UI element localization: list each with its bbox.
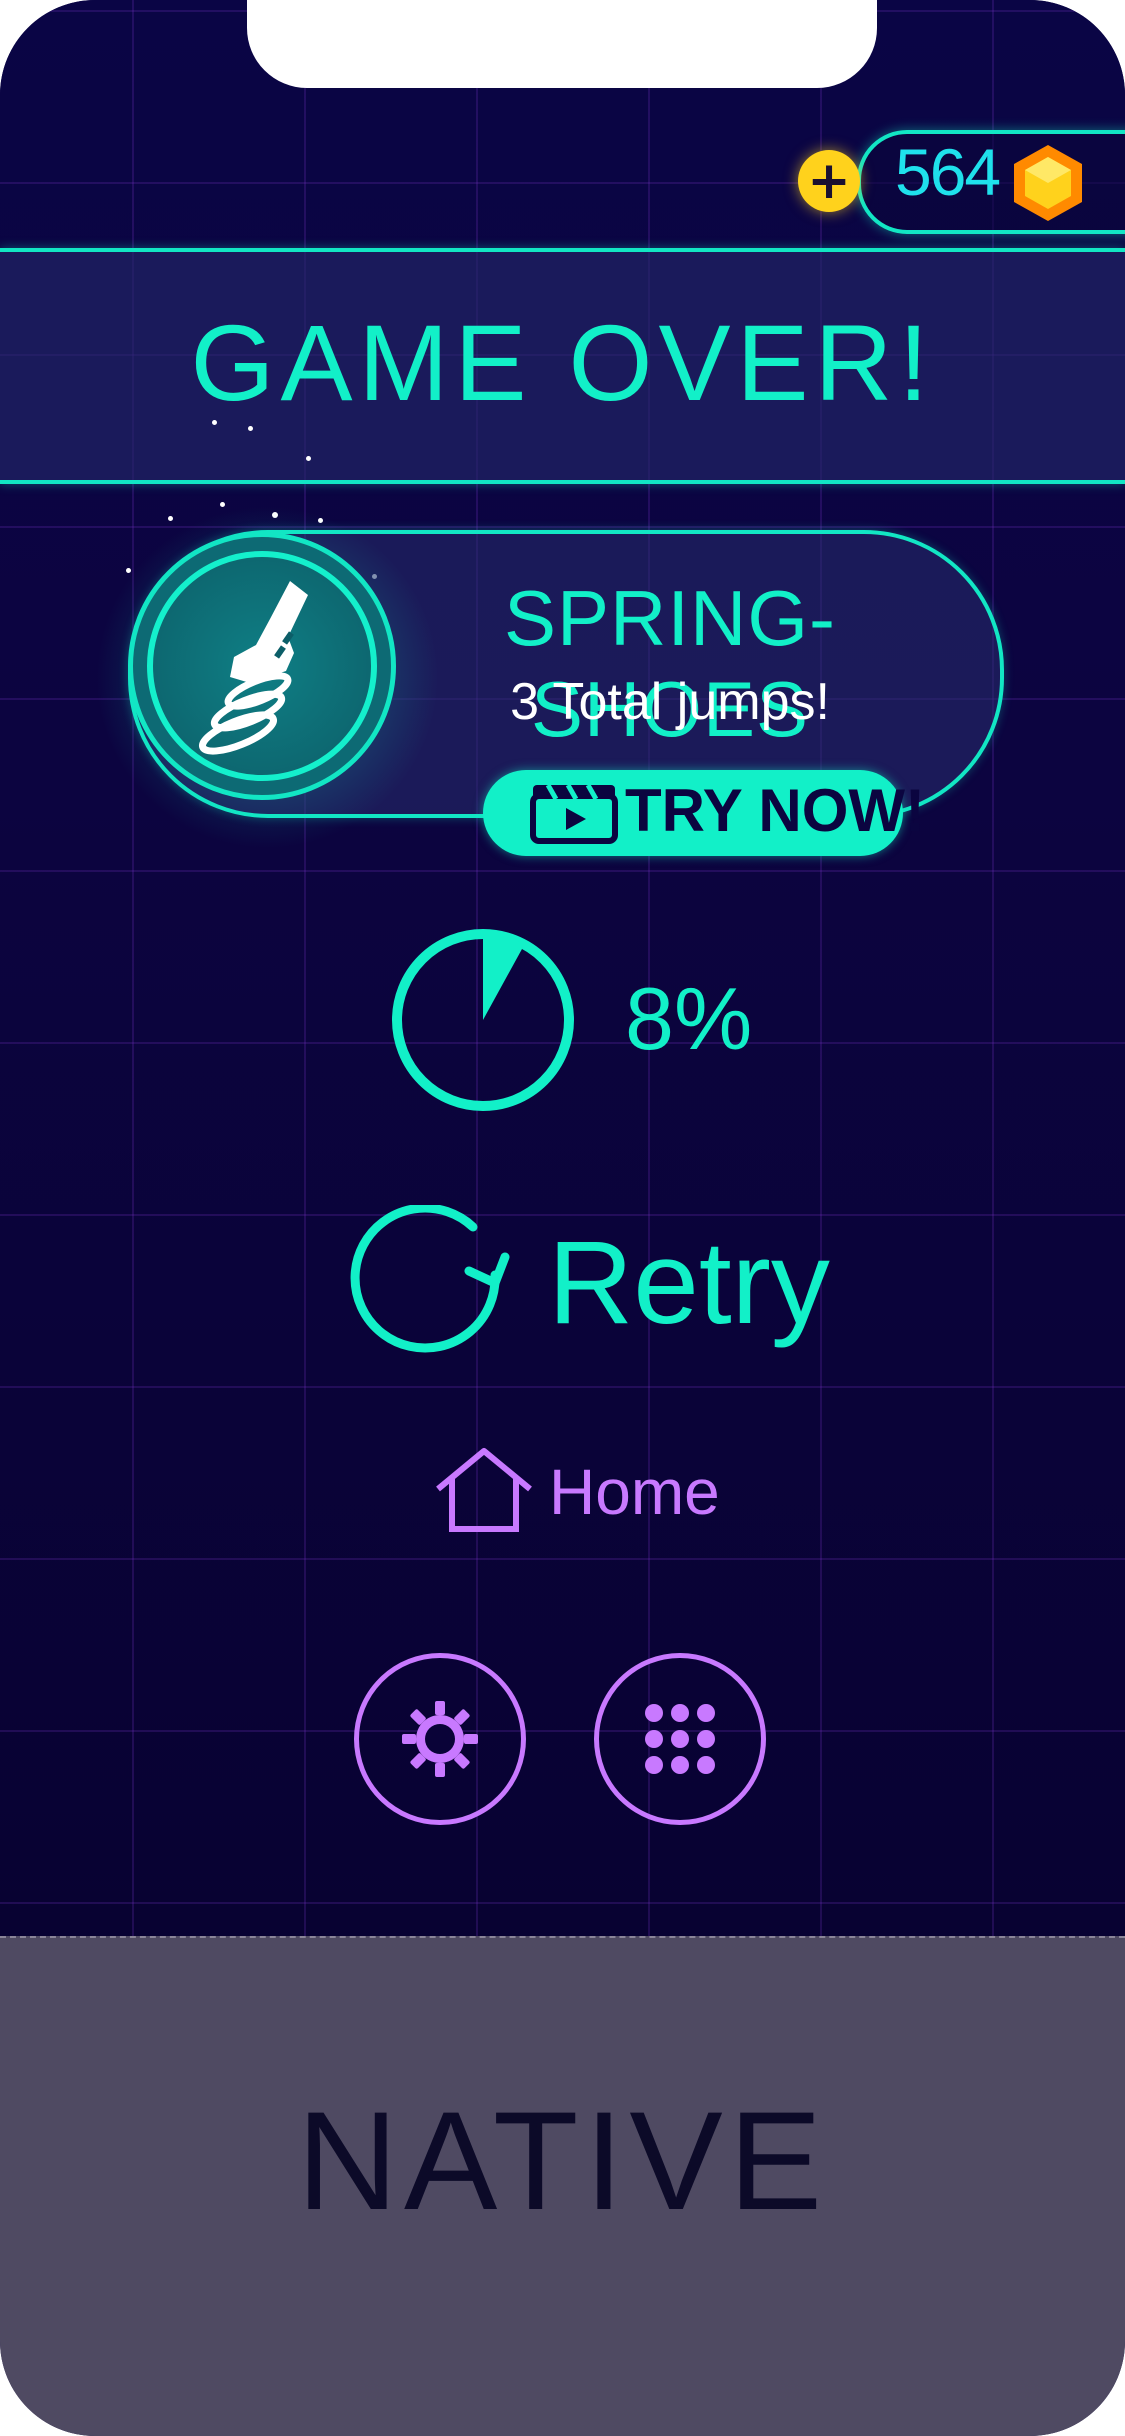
- sparkle: [168, 516, 173, 521]
- try-now-label: TRY NOW!: [625, 777, 925, 844]
- retry-icon[interactable]: [345, 1205, 515, 1355]
- native-ad-label: NATIVE: [296, 2082, 829, 2239]
- currency-amount: 564: [895, 135, 1001, 209]
- powerup-description: 3 Total jumps!: [510, 673, 830, 731]
- video-clapper-icon: [530, 783, 618, 844]
- progress-pie-icon: [392, 929, 574, 1111]
- gear-icon: [402, 1701, 478, 1777]
- menu-button[interactable]: [594, 1653, 766, 1825]
- phone-screen: + 564 GAME OVER! SPRING-SHOES 3 Total ju…: [0, 0, 1125, 2436]
- sparkle: [306, 456, 311, 461]
- add-currency-button[interactable]: +: [798, 150, 860, 212]
- game-over-title: GAME OVER!: [190, 302, 935, 423]
- gem-icon: [1014, 145, 1082, 221]
- sparkle: [220, 502, 225, 507]
- home-button[interactable]: Home: [549, 1455, 720, 1529]
- spring-shoe-icon: [198, 581, 308, 755]
- plus-icon: +: [807, 151, 851, 211]
- sparkle: [248, 426, 253, 431]
- grid-icon: [645, 1704, 715, 1774]
- home-icon[interactable]: [434, 1445, 534, 1535]
- retry-button[interactable]: Retry: [548, 1215, 830, 1351]
- settings-button[interactable]: [354, 1653, 526, 1825]
- progress-percent: 8%: [625, 969, 753, 1068]
- device-notch: [247, 0, 877, 88]
- progress-slice: [483, 934, 525, 1020]
- sparkle: [212, 420, 217, 425]
